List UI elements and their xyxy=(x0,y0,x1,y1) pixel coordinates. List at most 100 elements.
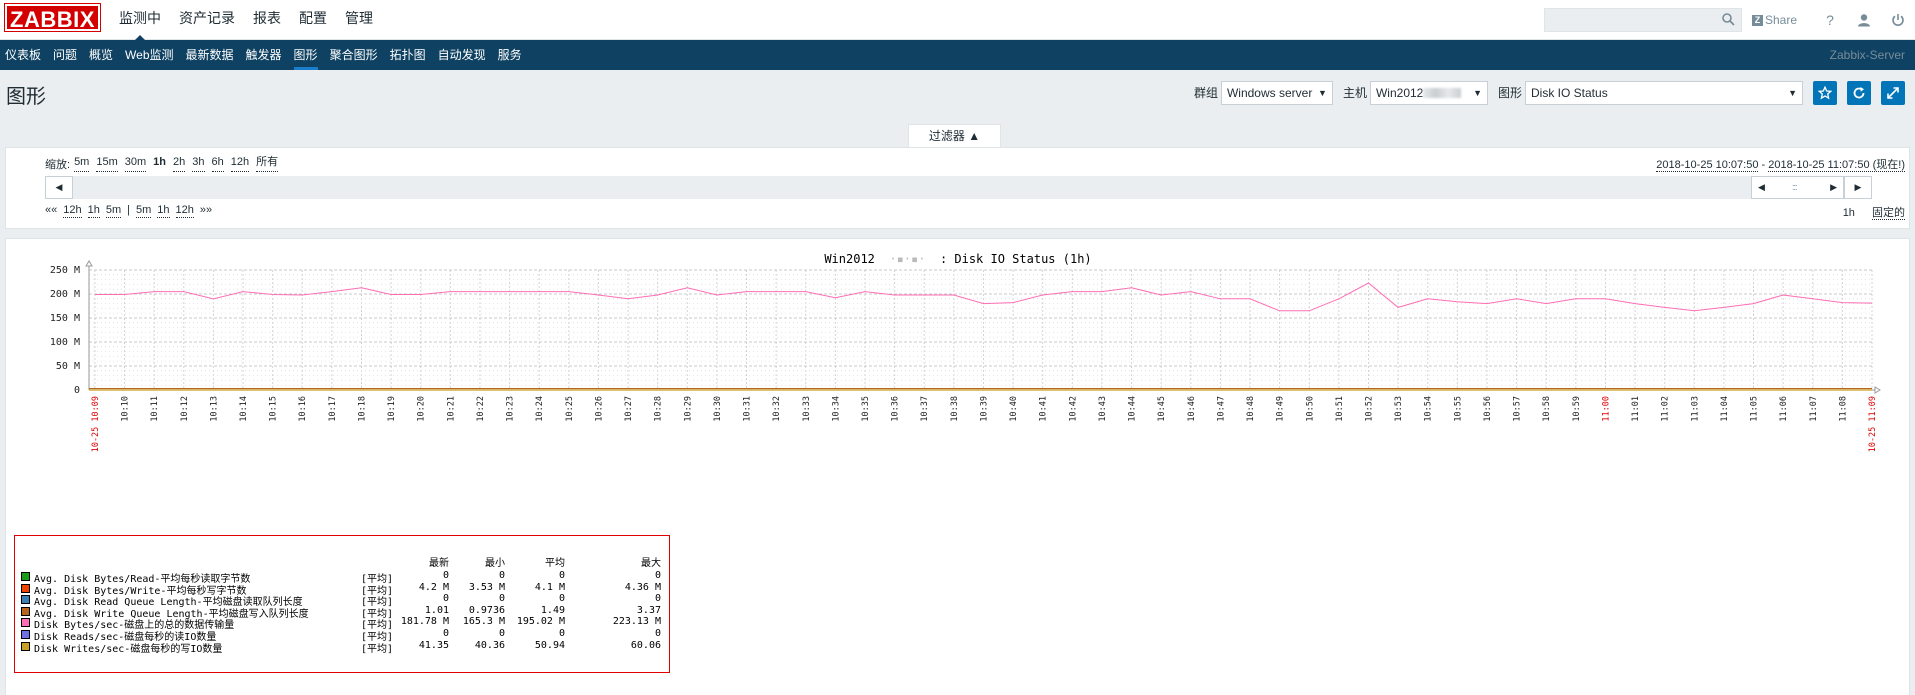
group-select[interactable]: Windows server ▼ xyxy=(1220,80,1333,105)
graph-legend: 最新 最小 平均 最大 Avg. Disk Bytes/Read-平均每秒读取字… xyxy=(14,535,670,673)
zoom-1h[interactable]: 1h xyxy=(153,156,166,172)
x-tick-label: 10:13 xyxy=(209,396,219,422)
group-select-value: Windows server xyxy=(1226,85,1313,100)
main-menu-monitoring[interactable]: 监测中 xyxy=(110,0,170,41)
x-tick-label: 10:29 xyxy=(683,396,693,422)
caret-down-icon: ▼ xyxy=(1473,87,1482,98)
legend-avg: 195.02 M xyxy=(516,616,565,628)
help-icon[interactable]: ? xyxy=(1813,0,1847,40)
zoom-options: 缩放: 5m 15m 30m 1h 2h 3h 6h 12h 所有 xyxy=(45,156,285,172)
x-tick-label: 10:37 xyxy=(920,396,930,422)
zabbix-logo[interactable]: ZABBIX xyxy=(4,3,101,32)
subnav-maps[interactable]: 拓扑图 xyxy=(384,40,432,70)
nav-forward-12h[interactable]: 12h xyxy=(175,204,194,218)
nav-last[interactable]: »» xyxy=(200,204,212,218)
main-menu-inventory[interactable]: 资产记录 xyxy=(170,0,244,40)
zoom-15m[interactable]: 15m xyxy=(96,156,118,172)
zoom-6h[interactable]: 6h xyxy=(211,156,224,172)
zoom-5m[interactable]: 5m xyxy=(74,156,90,172)
x-tick-label: 10:43 xyxy=(1098,396,1108,422)
refresh-icon[interactable] xyxy=(1847,80,1871,105)
axis-arrow-icon xyxy=(85,260,93,267)
subnav-web[interactable]: Web监测 xyxy=(119,40,179,70)
user-icon[interactable] xyxy=(1847,0,1881,40)
x-tick-label: 10:47 xyxy=(1216,396,1226,422)
handle-right-icon[interactable]: ▶ xyxy=(1830,177,1837,198)
main-menu-configuration[interactable]: 配置 xyxy=(290,0,336,40)
x-tick-label: 10:51 xyxy=(1335,396,1345,422)
x-tick-label: 10:48 xyxy=(1246,396,1256,422)
search-icon[interactable] xyxy=(1722,13,1735,29)
main-menu-administration[interactable]: 管理 xyxy=(336,0,382,40)
legend-max: 60.06 xyxy=(630,639,661,651)
fullscreen-icon[interactable] xyxy=(1881,80,1905,105)
x-tick-label: 10:20 xyxy=(417,396,427,422)
host-select[interactable]: Win2012 ▼ xyxy=(1369,80,1488,105)
x-tick-label: 10:11 xyxy=(150,396,160,422)
subnav-services[interactable]: 服务 xyxy=(492,40,528,70)
main-menu: 监测中 资产记录 报表 配置 管理 xyxy=(110,0,382,41)
power-icon[interactable] xyxy=(1881,0,1915,40)
fixed-toggle[interactable]: 固定的 xyxy=(1872,207,1905,220)
x-tick-label: 10:19 xyxy=(387,396,397,422)
nav-back-5m[interactable]: 5m xyxy=(105,204,122,218)
x-tick-label: 11:02 xyxy=(1661,396,1671,422)
x-tick-label: 11:00 xyxy=(1601,396,1611,422)
legend-max: 0 xyxy=(654,628,661,639)
caret-down-icon: ▼ xyxy=(1318,87,1327,98)
chart-title-suffix: : Disk IO Status (1h) xyxy=(940,252,1092,266)
nav-first[interactable]: «« xyxy=(45,204,57,218)
legend-avg: 1.49 xyxy=(540,604,565,616)
subnav-triggers[interactable]: 触发器 xyxy=(240,40,288,70)
nav-back-12h[interactable]: 12h xyxy=(63,204,82,218)
subnav-problems[interactable]: 问题 xyxy=(47,40,83,70)
subnav-overview[interactable]: 概览 xyxy=(83,40,119,70)
main-menu-reports[interactable]: 报表 xyxy=(244,0,290,40)
subnav-discovery[interactable]: 自动发现 xyxy=(432,40,492,70)
x-tick-label: 10:40 xyxy=(1009,396,1019,422)
legend-last: 0 xyxy=(442,628,449,639)
share-link[interactable]: Z Share xyxy=(1751,13,1797,27)
zoom-label: 缩放: xyxy=(45,159,71,171)
graph-select[interactable]: Disk IO Status ▼ xyxy=(1525,80,1803,105)
legend-header-max: 最大 xyxy=(641,558,661,569)
zoom-3h[interactable]: 3h xyxy=(192,156,205,172)
zoom-2h[interactable]: 2h xyxy=(173,156,186,172)
range-start[interactable]: 2018-10-25 10:07:50 xyxy=(1656,159,1759,172)
subnav-dashboard[interactable]: 仪表板 xyxy=(0,40,47,70)
y-tick-label: 0 xyxy=(74,385,80,396)
scroll-handle[interactable]: ◀ ::: ▶ xyxy=(1751,176,1844,199)
chart-title: Win2012 ·▪·▪· : Disk IO Status (1h) xyxy=(824,252,1091,266)
scroll-right-icon[interactable]: ▶ xyxy=(1844,176,1872,199)
legend-header-avg: 平均 xyxy=(545,558,565,569)
x-tick-label: 11:07 xyxy=(1809,396,1819,422)
nav-back-1h[interactable]: 1h xyxy=(87,204,100,218)
x-tick-label: 10:39 xyxy=(979,396,989,422)
x-tick-label: 10:46 xyxy=(1187,396,1197,422)
legend-min: 40.36 xyxy=(474,639,505,651)
favorite-star-icon[interactable] xyxy=(1813,80,1837,105)
nav-forward-5m[interactable]: 5m xyxy=(136,204,152,218)
nav-forward-1h[interactable]: 1h xyxy=(157,204,170,218)
time-scrollbar[interactable]: ◀ ◀ ::: ▶ ▶ xyxy=(45,176,1872,199)
zoom-all[interactable]: 所有 xyxy=(256,156,279,172)
subnav-latest-data[interactable]: 最新数据 xyxy=(180,40,240,70)
x-tick-label: 10:42 xyxy=(1068,396,1078,422)
handle-left-icon[interactable]: ◀ xyxy=(1758,177,1765,198)
x-tick-label: 10:45 xyxy=(1157,396,1167,422)
x-tick-label: 10:38 xyxy=(950,396,960,422)
subnav-screens[interactable]: 聚合图形 xyxy=(324,40,384,70)
period-navigation: «« 12h 1h 5m | 5m 1h 12h »» xyxy=(45,204,218,218)
x-tick-label: 10:34 xyxy=(831,396,841,422)
legend-name: Disk Writes/sec-磁盘每秒的写IO数量 xyxy=(34,643,223,655)
filter-tab[interactable]: 过滤器 ▲ xyxy=(908,124,1001,147)
zoom-12h[interactable]: 12h xyxy=(230,156,250,172)
legend-last: 0 xyxy=(442,593,449,605)
zoom-30m[interactable]: 30m xyxy=(124,156,147,172)
search-input[interactable] xyxy=(1544,9,1715,31)
scroll-left-icon[interactable]: ◀ xyxy=(45,176,73,199)
subnav-graphs[interactable]: 图形 xyxy=(288,40,324,70)
legend-avg: 0 xyxy=(558,593,565,605)
range-end[interactable]: 2018-10-25 11:07:50 (现在!) xyxy=(1768,159,1905,172)
x-tick-label: 10-25 10:09 xyxy=(91,396,101,452)
